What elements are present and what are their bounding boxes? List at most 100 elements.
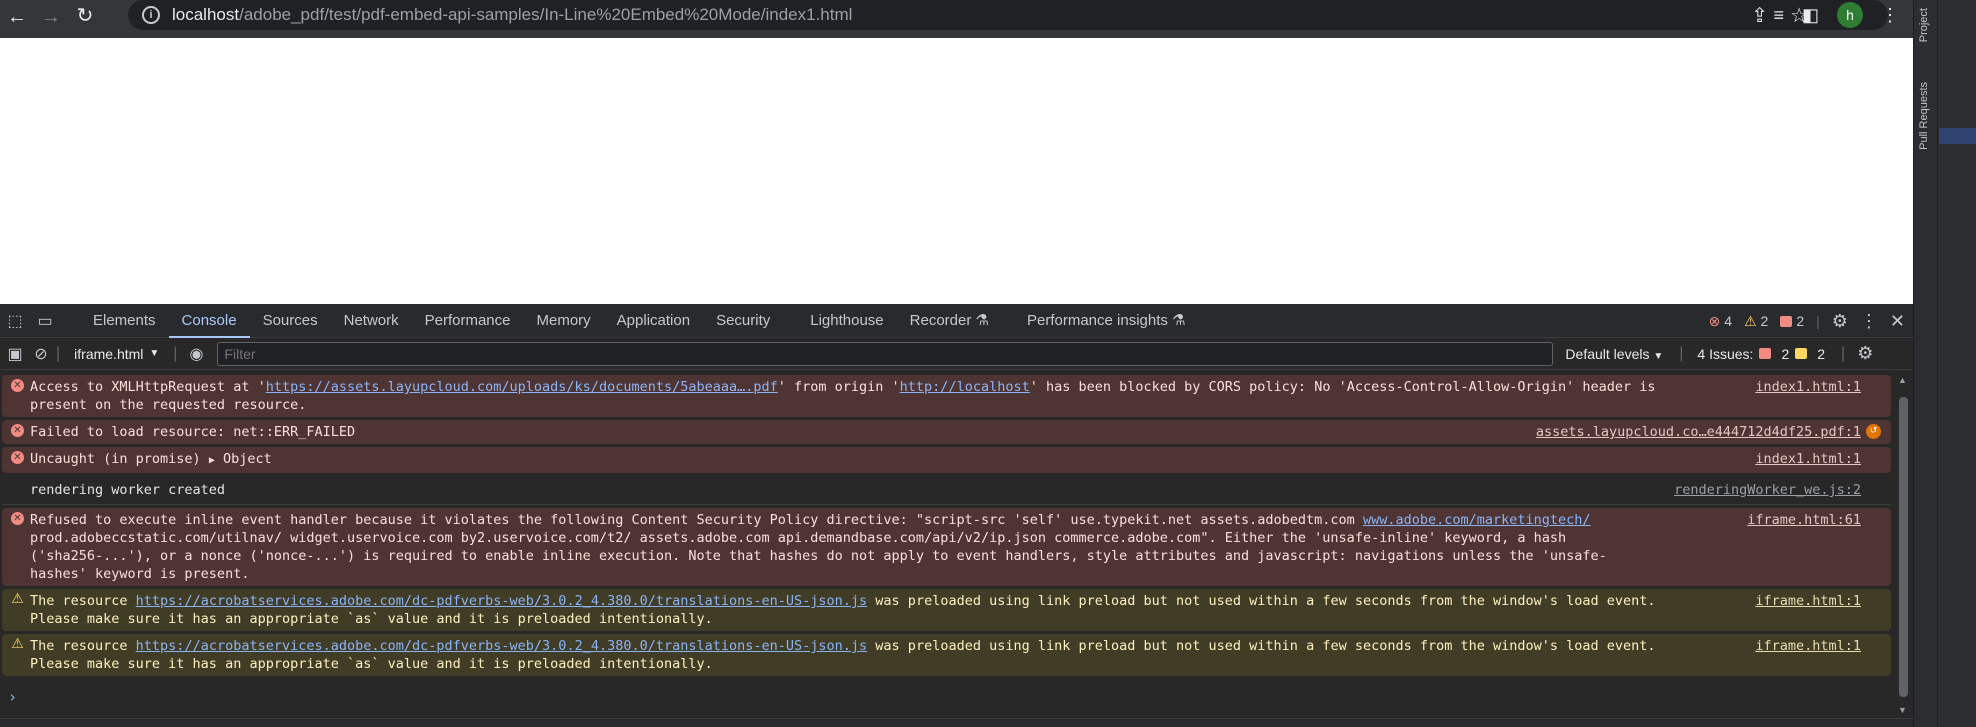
tab-performance-insights[interactable]: Performance insights ⚗ <box>1014 304 1199 338</box>
issues-counter[interactable]: 2 <box>1780 313 1804 329</box>
console-settings-icon[interactable]: ⚙ <box>1857 343 1873 364</box>
message-link[interactable]: https://acrobatservices.adobe.com/dc-pdf… <box>136 593 868 609</box>
error-counter[interactable]: ⊗ 4 <box>1709 313 1732 330</box>
message-text: The resource <box>30 593 136 609</box>
profile-avatar[interactable]: h <box>1837 2 1863 28</box>
warning-counter[interactable]: ⚠ 2 <box>1744 313 1768 330</box>
tab-network[interactable]: Network <box>331 304 412 338</box>
live-expression-eye-icon[interactable]: ◉ <box>189 344 203 364</box>
message-source-link[interactable]: index1.html:1 <box>1755 450 1861 468</box>
console-message-error: ✕ Uncaught (in promise) ▶ Object index1.… <box>2 447 1891 473</box>
console-message-info: rendering worker created renderingWorker… <box>2 476 1891 505</box>
browser-menu-icon[interactable]: ⋮ <box>1881 5 1899 26</box>
message-link[interactable]: https://assets.layupcloud.com/uploads/ks… <box>266 379 778 395</box>
share-icon[interactable]: ⇪ <box>1751 3 1768 28</box>
url-host: localhost <box>172 5 240 24</box>
scroll-thumb[interactable] <box>1899 397 1908 697</box>
media-queue-icon[interactable]: ≡ <box>1773 5 1784 26</box>
chevron-down-icon: ▼ <box>1653 350 1664 362</box>
issues-label: 4 Issues: <box>1697 345 1754 362</box>
tab-recorder-label: Recorder <box>909 311 972 329</box>
console-message-warning: ⚠ The resource https://acrobatservices.a… <box>2 589 1891 631</box>
console-message-error: ✕ Failed to load resource: net::ERR_FAIL… <box>2 420 1891 444</box>
tab-performance[interactable]: Performance <box>412 304 524 338</box>
tab-memory[interactable]: Memory <box>524 304 604 338</box>
more-options-icon[interactable]: ⋮ <box>1860 311 1878 332</box>
warning-icon: ⚠ <box>11 636 24 652</box>
tab-sources[interactable]: Sources <box>250 304 331 338</box>
tab-security[interactable]: Security <box>703 304 783 338</box>
error-icon: ✕ <box>11 451 24 464</box>
tab-lighthouse[interactable]: Lighthouse <box>797 304 896 338</box>
tab-performance-insights-label: Performance insights <box>1026 311 1168 329</box>
context-label: iframe.html <box>74 345 144 362</box>
browser-toolbar: ← → ↻ i localhost/adobe_pdf/test/pdf-emb… <box>0 0 1913 38</box>
tab-console[interactable]: Console <box>168 304 250 338</box>
sidebar-toggle-icon[interactable]: ▣ <box>4 337 26 371</box>
address-bar[interactable]: i localhost/adobe_pdf/test/pdf-embed-api… <box>128 0 1888 30</box>
url-path: /adobe_pdf/test/pdf-embed-api-samples/In… <box>239 5 853 24</box>
clear-console-icon[interactable]: ⊘ <box>26 337 56 371</box>
issue-count: 2 <box>1796 313 1805 329</box>
issues-warning-count: 2 <box>1817 345 1826 362</box>
message-link[interactable]: http://localhost <box>900 379 1030 395</box>
scroll-up-icon[interactable]: ▲ <box>1898 375 1907 385</box>
warning-icon: ⚠ <box>11 591 24 607</box>
issues-button[interactable]: 4 Issues: 2 2 <box>1697 346 1825 362</box>
devtools-drawer-edge[interactable] <box>0 718 1913 727</box>
forward-icon[interactable]: → <box>34 0 68 34</box>
message-source-link[interactable]: iframe.html:61 <box>1747 511 1861 529</box>
page-viewport <box>0 38 1913 304</box>
message-source-link[interactable]: assets.layupcloud.co…e444712d4df25.pdf:1 <box>1536 423 1861 441</box>
network-request-icon[interactable]: ↺ <box>1866 424 1881 439</box>
warning-icon: ⚠ <box>1744 312 1757 329</box>
flask-icon: ⚗ <box>1172 311 1186 329</box>
back-icon[interactable]: ← <box>0 0 34 34</box>
log-levels-dropdown[interactable]: Default levels ▼ <box>1565 346 1663 362</box>
message-source-link[interactable]: renderingWorker_we.js:2 <box>1674 481 1861 499</box>
context-selector[interactable]: iframe.html ▼ <box>74 346 159 362</box>
pull-requests-tool-label[interactable]: Pull Requests <box>1918 82 1930 150</box>
console-message-error: ✕ Refused to execute inline event handle… <box>2 508 1891 586</box>
log-levels-label: Default levels <box>1565 345 1650 362</box>
message-source-link[interactable]: index1.html:1 <box>1755 378 1861 396</box>
console-scrollbar[interactable]: ▲ ▼ <box>1893 372 1913 718</box>
device-toolbar-icon[interactable]: ▭ <box>30 304 60 338</box>
tab-elements[interactable]: Elements <box>80 304 169 338</box>
message-text: Access to XMLHttpRequest at ' <box>30 379 266 395</box>
site-info-icon[interactable]: i <box>142 6 160 24</box>
message-text: Uncaught (in promise) <box>30 451 209 467</box>
message-source-link[interactable]: iframe.html:1 <box>1755 592 1861 610</box>
message-link[interactable]: https://acrobatservices.adobe.com/dc-pdf… <box>136 638 868 654</box>
prompt-chevron-icon: › <box>8 688 18 706</box>
ide-tool-strip: Project Pull Requests <box>1914 0 1938 727</box>
message-text: rendering worker created <box>30 482 226 498</box>
side-panel-icon[interactable]: ◧ <box>1802 5 1819 26</box>
flask-icon: ⚗ <box>975 311 989 329</box>
message-source-link[interactable]: iframe.html:1 <box>1755 637 1861 655</box>
close-devtools-icon[interactable]: ✕ <box>1890 311 1905 332</box>
reload-icon[interactable]: ↻ <box>68 0 102 32</box>
console-prompt[interactable]: › <box>0 688 1893 706</box>
issues-error-count: 2 <box>1781 345 1790 362</box>
console-filter-input[interactable] <box>217 341 1554 366</box>
chevron-down-icon: ▼ <box>149 348 160 359</box>
tab-application[interactable]: Application <box>604 304 703 338</box>
inspect-element-icon[interactable]: ⬚ <box>0 304 30 338</box>
message-link[interactable]: www.adobe.com/marketingtech/ <box>1363 512 1591 528</box>
console-toolbar: ▣ ⊘ | iframe.html▼ | ◉ Default levels ▼ … <box>0 338 1913 370</box>
console-output: ✕ Access to XMLHttpRequest at 'https://a… <box>0 372 1893 718</box>
tab-recorder[interactable]: Recorder ⚗ <box>897 304 1002 338</box>
project-tool-label[interactable]: Project <box>1918 8 1930 42</box>
expand-triangle-icon[interactable]: ▶ <box>209 455 215 466</box>
scroll-down-icon[interactable]: ▼ <box>1898 705 1907 715</box>
devtools-tabbar: ⬚ ▭ Elements Console Sources Network Per… <box>0 304 1913 338</box>
object-preview[interactable]: Object <box>223 451 272 467</box>
settings-gear-icon[interactable]: ⚙ <box>1832 311 1848 332</box>
error-icon: ✕ <box>11 512 24 525</box>
ide-side-panel: Project Pull Requests <box>1913 0 1976 727</box>
message-text: Refused to execute inline event handler … <box>30 512 1363 528</box>
error-icon: ✕ <box>11 424 24 437</box>
issue-icon <box>1780 316 1793 327</box>
error-icon: ✕ <box>11 379 24 392</box>
